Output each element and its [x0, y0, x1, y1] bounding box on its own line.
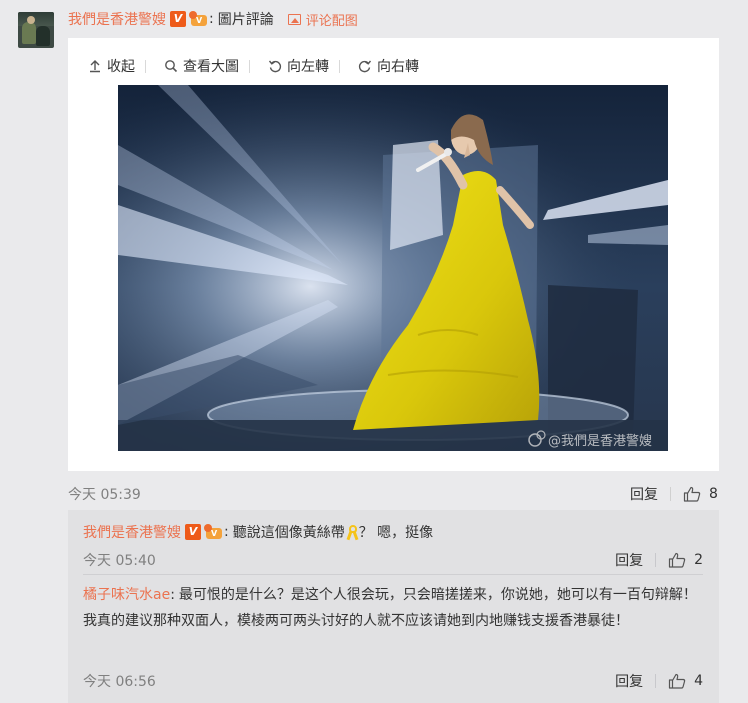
view-large-button[interactable]: 查看大圖 [146, 56, 249, 76]
comment-photo[interactable]: @我們是香港警嫂 [118, 85, 668, 451]
image-toolbar: 收起 查看大圖 向左轉 向右轉 [68, 56, 429, 76]
action-divider [670, 487, 671, 501]
verified-v-icon[interactable]: V [170, 11, 186, 27]
yellow-ribbon-icon [346, 524, 359, 540]
reply-item: 我們是香港警嫂 V V : 聽說這個像黃絲帶 ？ 嗯，挺像 [83, 522, 433, 542]
reply-divider [83, 574, 703, 575]
colon: : [224, 524, 229, 540]
collapse-button[interactable]: 收起 [68, 56, 145, 76]
vip-crown-icon[interactable]: V [204, 524, 224, 540]
reply-author-link[interactable]: 我們是香港警嫂 [83, 522, 181, 542]
like-count: 2 [694, 552, 703, 568]
comment-actions: 回复 8 [630, 484, 718, 504]
reply-actions: 回复 4 [615, 671, 703, 691]
comment-text: 圖片評論 [217, 12, 274, 28]
stage-photo-illustration [118, 85, 668, 451]
reply-text: 聽說這個像黃絲帶 [232, 525, 345, 541]
rotate-left-button[interactable]: 向左轉 [250, 56, 339, 76]
like-count: 8 [709, 486, 718, 502]
action-divider [655, 553, 657, 567]
colon: : [170, 587, 175, 603]
reply-text: 最可恨的是什么？是这个人很会玩，只会暗搓搓来，你说她，她可以有一百句辩解！我真的… [83, 587, 697, 629]
rotate-left-icon [268, 60, 282, 73]
reply-text-end: ？ 嗯，挺像 [358, 525, 434, 541]
reply-button[interactable]: 回复 [615, 550, 643, 570]
image-icon[interactable] [287, 13, 301, 25]
colon: : [209, 11, 214, 27]
comment-meta: 今天 05:39 回复 8 [68, 484, 719, 504]
rotate-left-label: 向左轉 [287, 59, 329, 75]
verified-v-icon[interactable]: V [185, 524, 201, 540]
arrow-up-icon [90, 60, 100, 73]
action-divider [655, 674, 657, 688]
thumbs-up-icon[interactable] [668, 552, 686, 568]
photo-watermark: @我們是香港警嫂 [548, 434, 653, 449]
image-comment-link[interactable]: 评论配图 [306, 10, 358, 29]
like-count: 4 [694, 673, 703, 689]
thumbs-up-icon[interactable] [683, 486, 701, 502]
reply-time: 今天 06:56 [83, 674, 156, 690]
view-large-label: 查看大圖 [183, 59, 239, 75]
rotate-right-label: 向右轉 [377, 59, 419, 75]
comment-time: 今天 05:39 [68, 487, 141, 503]
thumbs-up-icon[interactable] [668, 673, 686, 689]
reply-actions: 回复 2 [615, 550, 703, 570]
reply-button[interactable]: 回复 [630, 484, 658, 504]
reply-button[interactable]: 回复 [615, 671, 643, 691]
reply-author-link[interactable]: 橘子味汽水ae [83, 587, 170, 603]
author-avatar[interactable] [18, 12, 54, 48]
magnifier-icon [165, 60, 178, 73]
rotate-right-button[interactable]: 向右轉 [340, 56, 429, 76]
author-name-link[interactable]: 我們是香港警嫂 [68, 9, 166, 29]
comment-header: 我們是香港警嫂 V V : 圖片評論 评论配图 [68, 9, 358, 29]
reply-time: 今天 05:40 [83, 553, 156, 569]
vip-crown-icon[interactable]: V [189, 11, 209, 27]
reply-item: 橘子味汽水ae: 最可恨的是什么？是这个人很会玩，只会暗搓搓来，你说她，她可以有一… [83, 582, 708, 634]
reply-list: 我們是香港警嫂 V V : 聽說這個像黃絲帶 ？ 嗯，挺像 今天 05:40 回… [68, 510, 719, 703]
image-viewer-card: 收起 查看大圖 向左轉 向右轉 @我們是香港警嫂 [68, 38, 719, 471]
collapse-label: 收起 [107, 59, 135, 75]
rotate-right-icon [358, 60, 372, 73]
